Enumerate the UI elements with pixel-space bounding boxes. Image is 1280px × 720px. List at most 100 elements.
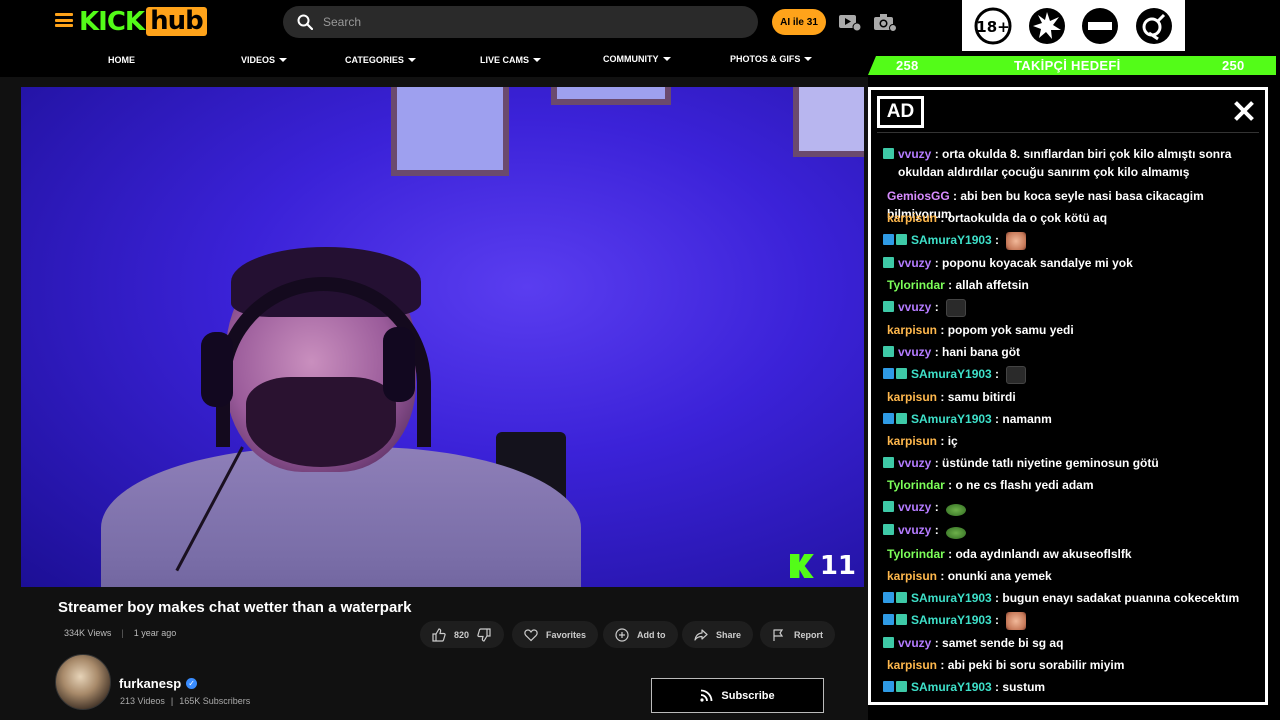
thumbs-up-icon[interactable] [432,627,446,642]
nav-categories[interactable]: CATEGORIES [345,55,416,65]
like-dislike-group: 820 [420,621,504,648]
chevron-down-icon [533,58,542,62]
page: KICK hub AI ile 31 18+ HOME VIDEOS CATEG… [0,0,1280,720]
chat-username[interactable]: vvuzy [898,523,931,537]
founder-badge-icon [896,681,907,692]
chat-message: SAmuraY1903 : [883,365,1253,384]
chat-message: karpisun : popom yok samu yedi [883,321,1253,339]
chat-username[interactable]: karpisun [887,434,937,448]
founder-badge-icon [883,637,894,648]
chat-separator: : [931,523,943,537]
search-bar[interactable] [283,6,758,38]
founder-badge-icon [883,148,894,159]
subscribe-label: Subscribe [721,689,775,702]
chat-text: orta okulda 8. sınıflardan biri çok kilo… [898,147,1232,179]
chat-username[interactable]: Tylorindar [887,547,945,561]
nav-live-cams[interactable]: LIVE CAMS [480,55,542,65]
chat-separator: : [931,300,943,314]
channel-video-count: 213 Videos [120,696,165,706]
chat-username[interactable]: vvuzy [898,300,931,314]
chat-username[interactable]: karpisun [887,658,937,672]
overlay-number: 11 [819,551,856,581]
chat-message: Tylorindar : oda aydınlandı aw akuseofls… [883,545,1253,563]
founder-badge-icon [883,524,894,535]
follower-goal-bar: 258 TAKİPÇİ HEDEFİ 250 [868,56,1276,75]
18-plus-icon: 18+ [974,7,1012,44]
chat-username[interactable]: vvuzy [898,256,931,270]
chat-username[interactable]: SAmuraY1903 [911,412,992,426]
chat-message: vvuzy : hani bana göt [883,343,1253,361]
chat-separator: : [931,456,943,470]
hamburger-menu-icon[interactable] [55,13,73,27]
site-logo[interactable]: KICK hub [79,6,207,37]
camera-icon[interactable] [873,12,897,32]
chat-username[interactable]: vvuzy [898,345,931,359]
chat-separator: : [949,189,961,203]
founder-badge-icon [883,301,894,312]
chat-badges [883,457,894,468]
chat-badges [883,346,894,357]
channel-avatar[interactable] [55,654,111,710]
channel-name-row[interactable]: furkanesp ✓ [119,676,198,691]
chat-separator: : [991,233,1003,247]
chat-username[interactable]: Tylorindar [887,478,945,492]
video-upload-icon[interactable] [838,12,862,32]
chat-message: vvuzy : poponu koyacak sandalye mi yok [883,254,1253,272]
chat-separator: : [944,478,956,492]
chat-separator: : [991,680,1003,694]
like-count: 820 [454,629,470,640]
subscriber-badge-icon [883,681,894,692]
favorites-button[interactable]: Favorites [512,621,599,648]
add-to-button[interactable]: Add to [603,621,678,648]
search-input[interactable] [323,15,723,29]
chat-username[interactable]: karpisun [887,390,937,404]
chat-message: SAmuraY1903 : bugun enayı sadakat puanın… [883,589,1253,607]
chat-username[interactable]: karpisun [887,323,937,337]
chat-username[interactable]: SAmuraY1903 [911,367,992,381]
chat-message-body: SAmuraY1903 : namanm [911,410,1052,428]
subscribe-button[interactable]: Subscribe [651,678,824,713]
chat-username[interactable]: karpisun [887,211,937,225]
chat-badges [883,413,907,424]
nav-label: CATEGORIES [345,55,404,65]
ai-button[interactable]: AI ile 31 [772,9,826,35]
nav-photos-gifs[interactable]: PHOTOS & GIFS [730,54,813,64]
chat-username[interactable]: SAmuraY1903 [911,591,992,605]
chat-message: Tylorindar : allah affetsin [883,276,1253,294]
chat-username[interactable]: karpisun [887,569,937,583]
chat-username[interactable]: SAmuraY1903 [911,613,992,627]
wall-poster [551,87,671,105]
report-button[interactable]: Report [760,621,835,648]
chat-username[interactable]: vvuzy [898,636,931,650]
chat-username[interactable]: SAmuraY1903 [911,680,992,694]
chat-separator: : [931,500,943,514]
video-title: Streamer boy makes chat wetter than a wa… [58,599,412,616]
kick-watermark: 11 [789,551,856,581]
chat-separator: : [937,569,948,583]
chat-text: onunki ana yemek [947,569,1052,583]
thumbs-down-icon[interactable] [477,627,491,642]
nav-home[interactable]: HOME [108,55,135,65]
add-to-label: Add to [637,629,666,640]
close-icon[interactable] [1233,100,1255,122]
chat-message: SAmuraY1903 : [883,611,1253,630]
main-nav: HOME VIDEOS CATEGORIES LIVE CAMS COMMUNI… [0,45,868,77]
chat-message-body: vvuzy : [898,498,967,516]
chat-username[interactable]: GemiosGG [887,189,950,203]
chat-message: karpisun : samu bitirdi [883,388,1253,406]
chat-username[interactable]: vvuzy [898,456,931,470]
chat-username[interactable]: vvuzy [898,500,931,514]
video-meta: 334K Views | 1 year ago [64,628,176,638]
emote-dark-icon [946,298,967,317]
video-player[interactable]: 11 [21,87,864,587]
chat-text: poponu koyacak sandalye mi yok [942,256,1133,270]
chat-message-body: Tylorindar : oda aydınlandı aw akuseofls… [887,545,1132,563]
nav-community[interactable]: COMMUNITY [603,54,671,64]
chat-username[interactable]: SAmuraY1903 [911,233,992,247]
share-button[interactable]: Share [682,621,754,648]
chat-username[interactable]: Tylorindar [887,278,945,292]
subscriber-badge-icon [883,413,894,424]
nav-videos[interactable]: VIDEOS [241,55,288,65]
chat-badges [883,592,907,603]
chat-username[interactable]: vvuzy [898,147,931,161]
